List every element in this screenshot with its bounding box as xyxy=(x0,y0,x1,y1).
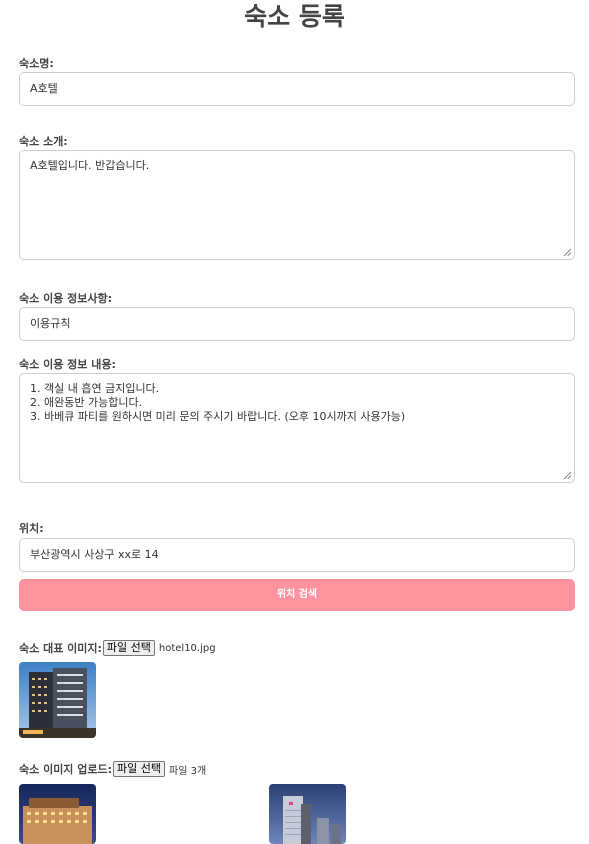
location-label: 위치: xyxy=(19,522,44,535)
info-title-label: 숙소 이용 정보사항: xyxy=(19,292,113,305)
location-input[interactable]: 부산광역시 사상구 xx로 14 xyxy=(19,538,575,572)
main-image-file-name: hotel10.jpg xyxy=(158,642,216,654)
main-image-label: 숙소 대표 이미지: xyxy=(19,642,102,655)
info-content-label: 숙소 이용 정보 내용: xyxy=(19,358,116,371)
hotel-intro-textarea[interactable]: A호텔입니다. 반갑습니다. xyxy=(19,150,575,260)
upload-image-preview xyxy=(269,784,346,844)
location-search-button[interactable]: 위치 검색 xyxy=(19,579,575,611)
hotel-name-input[interactable]: A호텔 xyxy=(19,72,575,106)
info-content-textarea[interactable]: 1. 객실 내 흡연 금지입니다. 2. 애완동반 가능합니다. 3. 바베큐 … xyxy=(19,373,575,483)
main-image-row: 숙소 대표 이미지: 파일 선택 hotel10.jpg xyxy=(19,640,216,656)
upload-image-preview xyxy=(19,784,96,844)
info-content-line: 3. 바베큐 파티를 원하시면 미리 문의 주시기 바랍니다. (오후 10시까… xyxy=(30,410,406,423)
resize-icon[interactable] xyxy=(563,471,571,479)
images-file-button[interactable]: 파일 선택 xyxy=(113,761,166,777)
info-title-input[interactable]: 이용규칙 xyxy=(19,307,575,341)
images-label: 숙소 이미지 업로드: xyxy=(19,763,113,776)
main-image-file-button[interactable]: 파일 선택 xyxy=(102,640,155,656)
images-file-count: 파일 3개 xyxy=(169,765,207,777)
hotel-name-label: 숙소명: xyxy=(19,57,54,70)
hotel-intro-text: A호텔입니다. 반갑습니다. xyxy=(30,159,150,172)
images-row: 숙소 이미지 업로드: 파일 선택 파일 3개 xyxy=(19,761,206,777)
info-content-line: 2. 애완동반 가능합니다. xyxy=(30,396,143,409)
hotel-intro-label: 숙소 소개: xyxy=(19,135,68,148)
page-title: 숙소 등록 xyxy=(244,2,345,31)
main-image-preview xyxy=(19,662,96,738)
resize-icon[interactable] xyxy=(563,248,571,256)
info-content-line: 1. 객실 내 흡연 금지입니다. xyxy=(30,382,160,395)
